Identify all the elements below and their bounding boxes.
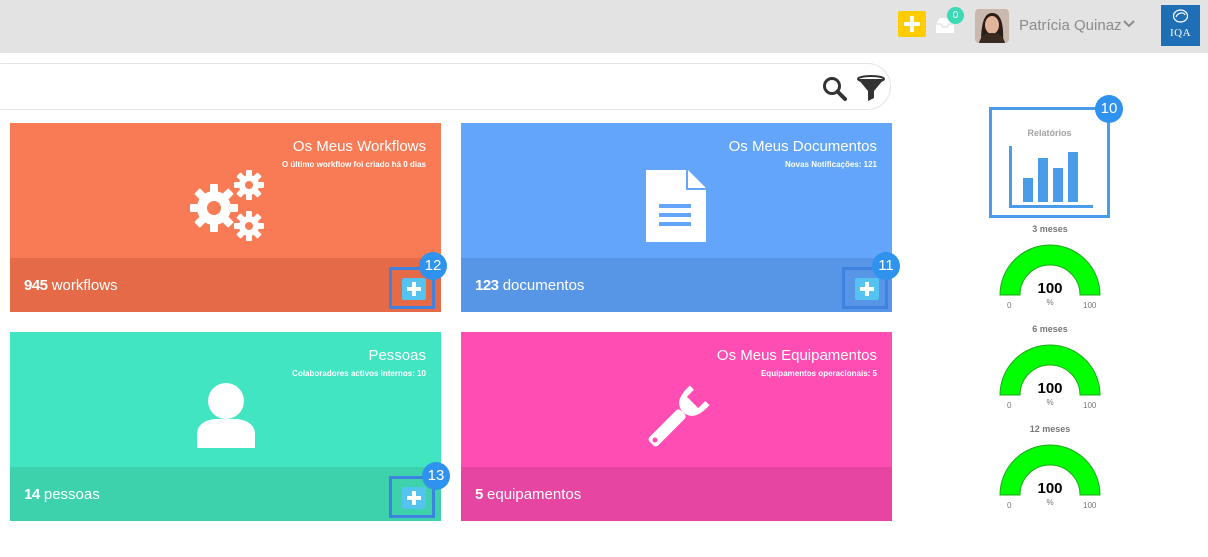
documents-count: 123 documentos — [475, 277, 585, 294]
wrench-icon — [648, 385, 710, 447]
gauge-min: 0 — [1007, 501, 1012, 510]
reports-label: Relatórios — [1027, 128, 1072, 138]
plus-icon — [407, 491, 421, 505]
tour-step-badge: 13 — [422, 462, 450, 490]
workflows-card[interactable]: Os Meus Workflows O último workflow foi … — [10, 123, 447, 312]
equipment-card-footer: 5 equipamentos — [461, 467, 892, 521]
company-logo[interactable]: IQA — [1161, 5, 1200, 46]
top-bar: 0 Patrícia Quinaz IQA — [0, 0, 1208, 53]
gauge-value: 100 — [1037, 380, 1063, 397]
tour-step-badge: 11 — [872, 252, 900, 280]
bar-chart-icon — [1009, 146, 1093, 208]
gauge-12-months: 12 meses 100 % 0 100 — [993, 424, 1107, 514]
gauge-label: 3 meses — [1032, 224, 1068, 234]
gauge-max: 100 — [1083, 401, 1097, 410]
equipment-count: 5 equipamentos — [475, 486, 582, 503]
people-title: Pessoas — [368, 347, 426, 364]
workflows-count: 945 workflows — [24, 277, 118, 294]
add-document-button[interactable] — [855, 278, 879, 300]
search-icon[interactable] — [822, 76, 848, 102]
equipment-card-header: Os Meus Equipamentos Equipamentos operac… — [461, 332, 892, 467]
user-photo-icon — [975, 9, 1009, 43]
chevron-down-icon[interactable] — [1123, 18, 1135, 30]
search-input[interactable] — [11, 72, 775, 104]
person-icon — [197, 383, 255, 448]
documents-card-footer: 123 documentos — [461, 258, 892, 312]
logo-swirl-icon — [1172, 9, 1189, 23]
people-card-footer: 14 pessoas — [10, 467, 441, 521]
avatar[interactable] — [975, 9, 1009, 43]
workflows-subtitle: O último workflow foi criado há 0 dias — [281, 160, 426, 169]
equipment-card[interactable]: Os Meus Equipamentos Equipamentos operac… — [461, 332, 892, 521]
plus-icon — [407, 282, 421, 296]
documents-title: Os Meus Documentos — [728, 138, 877, 155]
tour-step-badge: 10 — [1095, 95, 1123, 123]
gauge-label: 12 meses — [1029, 424, 1071, 434]
reports-tile[interactable]: Relatórios — [989, 107, 1110, 218]
plus-icon — [904, 16, 920, 32]
workflows-card-footer: 945 workflows — [10, 258, 441, 312]
filter-icon[interactable] — [856, 75, 886, 103]
gauge-value: 100 — [1037, 280, 1063, 297]
people-count: 14 pessoas — [24, 486, 100, 503]
add-workflow-button[interactable] — [402, 278, 426, 300]
gauge-max: 100 — [1083, 501, 1097, 510]
add-person-button[interactable] — [402, 487, 426, 509]
gauge-max: 100 — [1083, 301, 1097, 310]
gauge-6-months: 6 meses 100 % 0 100 — [993, 324, 1107, 414]
workflows-card-header: Os Meus Workflows O último workflow foi … — [10, 123, 441, 258]
workflows-title: Os Meus Workflows — [292, 138, 426, 155]
search-bar — [0, 63, 891, 110]
gauge-value: 100 — [1037, 480, 1063, 497]
document-icon — [646, 170, 706, 242]
people-subtitle: Colaboradores activos internos: 10 — [292, 369, 426, 378]
gauge-min: 0 — [1007, 301, 1012, 310]
gauge-3-months: 3 meses 100 % 0 100 — [993, 224, 1107, 314]
equipment-title: Os Meus Equipamentos — [716, 347, 877, 364]
people-card[interactable]: Pessoas Colaboradores activos internos: … — [10, 332, 450, 521]
documents-subtitle: Novas Notificações: 121 — [784, 160, 877, 169]
documents-card[interactable]: Os Meus Documentos Novas Notificações: 1… — [461, 123, 900, 312]
gauge-label: 6 meses — [1032, 324, 1068, 334]
plus-icon — [860, 282, 874, 296]
people-card-header: Pessoas Colaboradores activos internos: … — [10, 332, 441, 467]
logo-text: IQA — [1169, 27, 1192, 39]
tour-step-badge: 12 — [419, 252, 447, 280]
equipment-subtitle: Equipamentos operacionais: 5 — [760, 369, 877, 378]
quick-add-button[interactable] — [898, 11, 926, 37]
gauge-min: 0 — [1007, 401, 1012, 410]
user-name[interactable]: Patrícia Quinaz — [1019, 17, 1122, 34]
documents-card-header: Os Meus Documentos Novas Notificações: 1… — [461, 123, 892, 258]
notification-count-badge: 0 — [947, 7, 964, 24]
gears-icon — [190, 170, 264, 241]
